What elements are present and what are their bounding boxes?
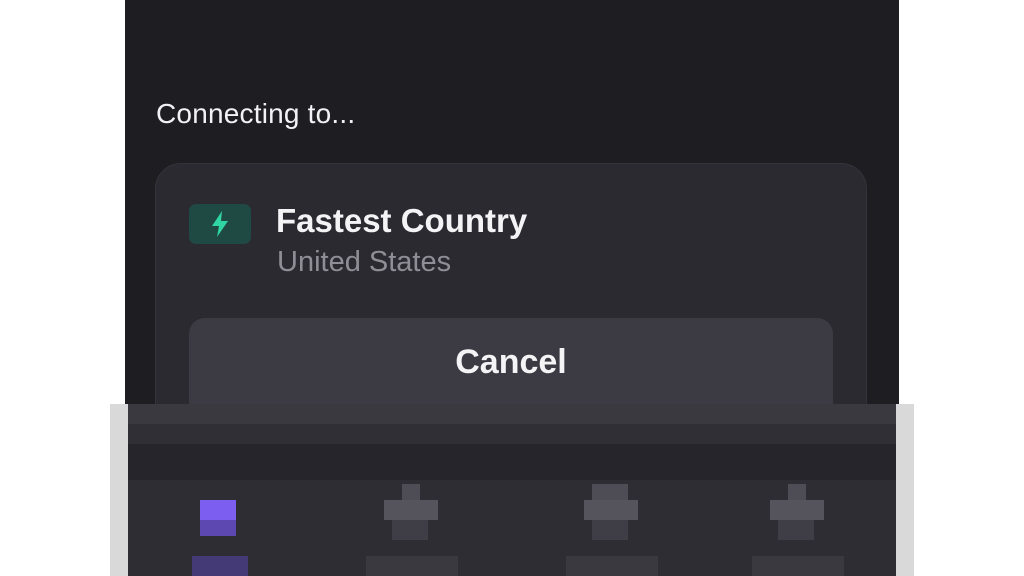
connecting-status-text: Connecting to...	[156, 98, 356, 129]
cancel-button[interactable]: Cancel	[189, 318, 833, 418]
tab-item-4[interactable]	[752, 480, 846, 576]
screen: Connecting to... Fastest Country United …	[0, 0, 1024, 576]
lightning-bolt-icon	[189, 204, 251, 244]
tab-item-1[interactable]	[192, 480, 268, 576]
pixelated-tab-bar	[110, 404, 914, 576]
tab-item-3[interactable]	[566, 480, 660, 576]
server-title: Fastest Country	[276, 202, 528, 239]
server-country: United States	[277, 246, 452, 278]
tab-item-2[interactable]	[366, 480, 460, 576]
